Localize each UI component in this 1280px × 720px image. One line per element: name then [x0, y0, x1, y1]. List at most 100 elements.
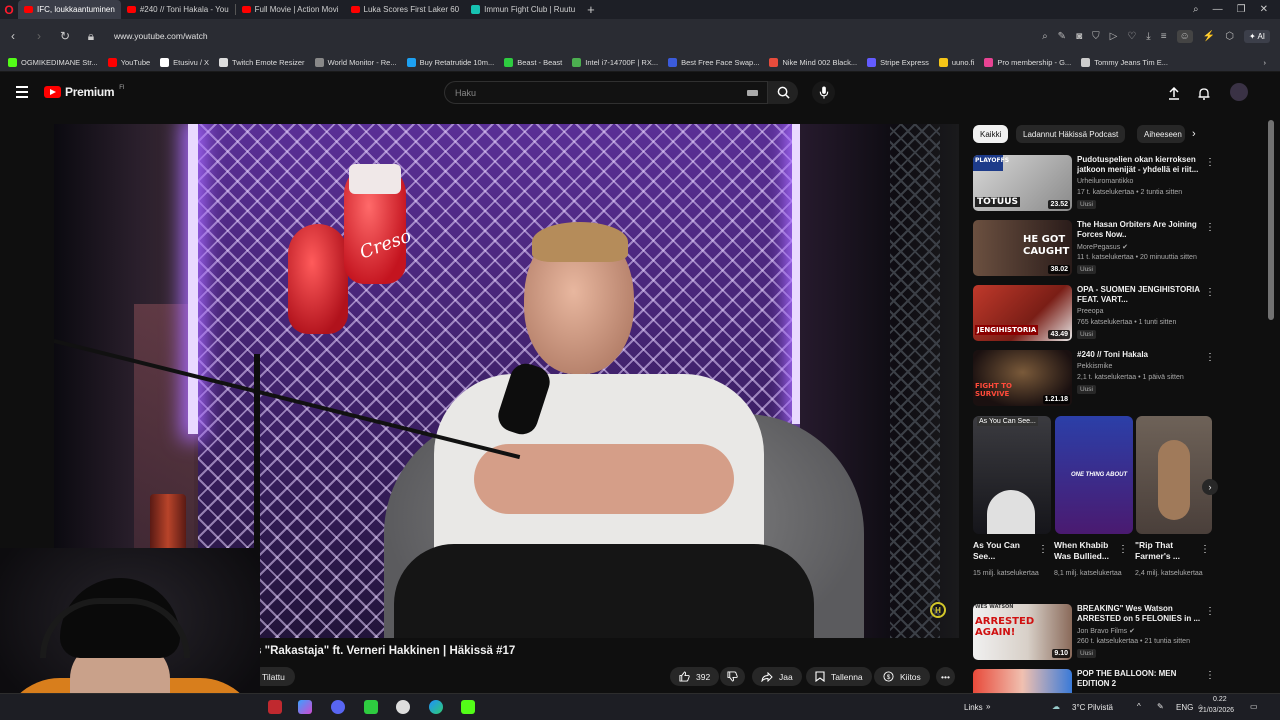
tab-full-movie[interactable]: Full Movie | Action Movi: [236, 0, 345, 19]
extension-icon[interactable]: ⚡: [1203, 31, 1215, 42]
short-thumbnail[interactable]: As You Can See...: [973, 416, 1051, 534]
chevron-icon[interactable]: »: [986, 702, 990, 711]
chip-podcast[interactable]: Ladannut Häkissä Podcast: [1016, 125, 1126, 143]
video-thumbnail[interactable]: WES WATSON ARRESTED AGAIN! 9.10: [973, 604, 1072, 660]
list-item[interactable]: HE GOT CAUGHT 38.02 The Hasan Orbiters A…: [973, 220, 1233, 280]
save-button[interactable]: Tallenna: [806, 667, 872, 686]
edge-browser-icon[interactable]: [429, 700, 443, 714]
kebab-menu-icon[interactable]: ⋮: [1205, 222, 1215, 233]
play-icon[interactable]: ▷: [1110, 31, 1118, 42]
tab-ifc[interactable]: IFC, loukkaantuminen: [18, 0, 121, 19]
chip-all[interactable]: Kaikki: [973, 125, 1009, 143]
rec-channel[interactable]: Pekkismike: [1077, 363, 1112, 370]
bookmark-item[interactable]: Twitch Emote Resizer: [219, 57, 305, 67]
tab-toni-hakala[interactable]: #240 // Toni Hakala - You: [121, 0, 235, 19]
short-title[interactable]: "Rip That Farmer's ...: [1135, 540, 1205, 562]
discord-icon[interactable]: [331, 700, 345, 714]
camera-icon[interactable]: ◙: [1076, 31, 1082, 42]
bookmark-item[interactable]: Nike Mind 002 Black...: [769, 57, 857, 67]
scrollbar[interactable]: [1268, 120, 1274, 320]
bookmark-item[interactable]: Buy Retatrutide 10m...: [406, 57, 494, 67]
tab-luka[interactable]: Luka Scores First Laker 60: [345, 0, 466, 19]
app-icon[interactable]: [268, 700, 282, 714]
new-tab-icon[interactable]: +: [581, 2, 601, 17]
spotify-like-icon[interactable]: [364, 700, 378, 714]
shield-icon[interactable]: ⛉: [1092, 31, 1100, 42]
youtube-logo[interactable]: Premium FI: [44, 85, 125, 99]
mic-button[interactable]: [812, 81, 835, 104]
thanks-button[interactable]: $ Kiitos: [874, 667, 930, 686]
list-item[interactable]: PLAYOFFS TOTUUS 23.52 Pudotuspelien okan…: [973, 155, 1233, 215]
bookmark-item[interactable]: Pro membership - G...: [984, 57, 1071, 67]
short-thumbnail[interactable]: [1136, 416, 1212, 534]
short-title[interactable]: When Khabib Was Bullied...: [1054, 540, 1124, 562]
rec-channel[interactable]: Preeopa: [1077, 308, 1103, 315]
heart-icon[interactable]: ♡: [1127, 31, 1136, 42]
kebab-menu-icon[interactable]: ⋮: [1205, 157, 1215, 168]
keyboard-icon[interactable]: [747, 90, 758, 96]
pen-icon[interactable]: ✎: [1157, 702, 1164, 711]
bookmark-item[interactable]: Stripe Express: [867, 57, 929, 67]
video-thumbnail[interactable]: [973, 669, 1072, 693]
bookmarks-overflow-icon[interactable]: ›: [1264, 58, 1280, 67]
list-item[interactable]: JENGIHISTORIA 43.49 OPA - SUOMEN JENGIHI…: [973, 285, 1233, 345]
kebab-menu-icon[interactable]: ⋮: [1200, 544, 1210, 555]
weather-text[interactable]: 3°C Pilvistä: [1072, 703, 1113, 712]
ai-button[interactable]: ✦ AI: [1243, 29, 1270, 43]
rec-title[interactable]: POP THE BALLOON: MEN EDITION 2: [1077, 669, 1207, 689]
paint-app-icon[interactable]: [298, 700, 312, 714]
notifications-icon[interactable]: ▭: [1250, 702, 1258, 711]
reload-icon[interactable]: ↻: [58, 29, 72, 43]
links-toolbar[interactable]: Links: [964, 703, 983, 712]
kebab-menu-icon[interactable]: ⋮: [1038, 544, 1048, 555]
back-icon[interactable]: ‹: [6, 29, 20, 43]
bookmark-item[interactable]: OGMIKEDIMANE Str...: [8, 57, 98, 67]
forward-icon[interactable]: ›: [32, 29, 46, 43]
kebab-menu-icon[interactable]: ⋮: [1205, 352, 1215, 363]
chevron-right-icon[interactable]: ›: [1192, 128, 1196, 140]
share-button[interactable]: Jaa: [752, 667, 802, 686]
kick-app-icon[interactable]: [461, 700, 475, 714]
clock-time[interactable]: 0.22: [1213, 696, 1227, 703]
video-thumbnail[interactable]: FIGHT TO SURVIVE 1.21.18: [973, 350, 1072, 406]
bookmark-item[interactable]: Intel i7-14700F | RX...: [572, 57, 658, 67]
channel-watermark-icon[interactable]: H: [930, 602, 946, 618]
close-icon[interactable]: ✕: [1260, 4, 1268, 15]
rec-channel[interactable]: Urheiluromantikko: [1077, 178, 1133, 185]
more-actions-button[interactable]: •••: [936, 667, 955, 686]
video-thumbnail[interactable]: HE GOT CAUGHT 38.02: [973, 220, 1072, 276]
list-item[interactable]: FIGHT TO SURVIVE 1.21.18 #240 // Toni Ha…: [973, 350, 1233, 410]
like-button[interactable]: 392: [670, 667, 720, 686]
list-item[interactable]: WES WATSON ARRESTED AGAIN! 9.10 BREAKING…: [973, 604, 1233, 664]
bookmark-item[interactable]: Tommy Jeans Tim E...: [1081, 57, 1168, 67]
bookmark-item[interactable]: World Monitor - Re...: [314, 57, 397, 67]
hamburger-menu-icon[interactable]: [16, 86, 28, 98]
opera-logo-icon[interactable]: O: [0, 0, 18, 19]
edit-icon[interactable]: ✎: [1058, 31, 1066, 42]
rec-channel[interactable]: Jon Bravo Films ✔︎: [1077, 627, 1135, 635]
shorts-next-button[interactable]: ›: [1202, 479, 1218, 495]
chip-related[interactable]: Aiheeseen: [1137, 125, 1185, 143]
kebab-menu-icon[interactable]: ⋮: [1205, 287, 1215, 298]
video-thumbnail[interactable]: JENGIHISTORIA 43.49: [973, 285, 1072, 341]
settings-app-icon[interactable]: [396, 700, 410, 714]
bookmark-item[interactable]: Beast - Beast: [504, 57, 562, 67]
search-input[interactable]: Haku: [444, 81, 768, 104]
search-button[interactable]: [768, 81, 798, 104]
short-thumbnail[interactable]: ONE THING ABOUT: [1055, 416, 1133, 534]
tray-chevron-icon[interactable]: ^: [1137, 702, 1141, 711]
kebab-menu-icon[interactable]: ⋮: [1205, 670, 1215, 681]
bookmark-item[interactable]: Best Free Face Swap...: [668, 57, 759, 67]
language-indicator[interactable]: ENG: [1176, 703, 1193, 712]
short-title[interactable]: As You Can See...: [973, 540, 1043, 562]
search-tabs-icon[interactable]: ⌕: [1193, 4, 1199, 15]
video-thumbnail[interactable]: PLAYOFFS TOTUUS 23.52: [973, 155, 1072, 211]
kebab-menu-icon[interactable]: ⋮: [1118, 544, 1128, 555]
kebab-menu-icon[interactable]: ⋮: [1205, 606, 1215, 617]
download-icon[interactable]: ⤓: [1146, 31, 1150, 42]
notifications-bell-icon[interactable]: [1196, 85, 1212, 101]
url-field[interactable]: www.youtube.com/watch: [114, 31, 208, 41]
dislike-button[interactable]: [720, 667, 745, 686]
account-icon[interactable]: ☺: [1176, 29, 1193, 43]
bookmark-item[interactable]: uuno.fi: [938, 57, 974, 67]
